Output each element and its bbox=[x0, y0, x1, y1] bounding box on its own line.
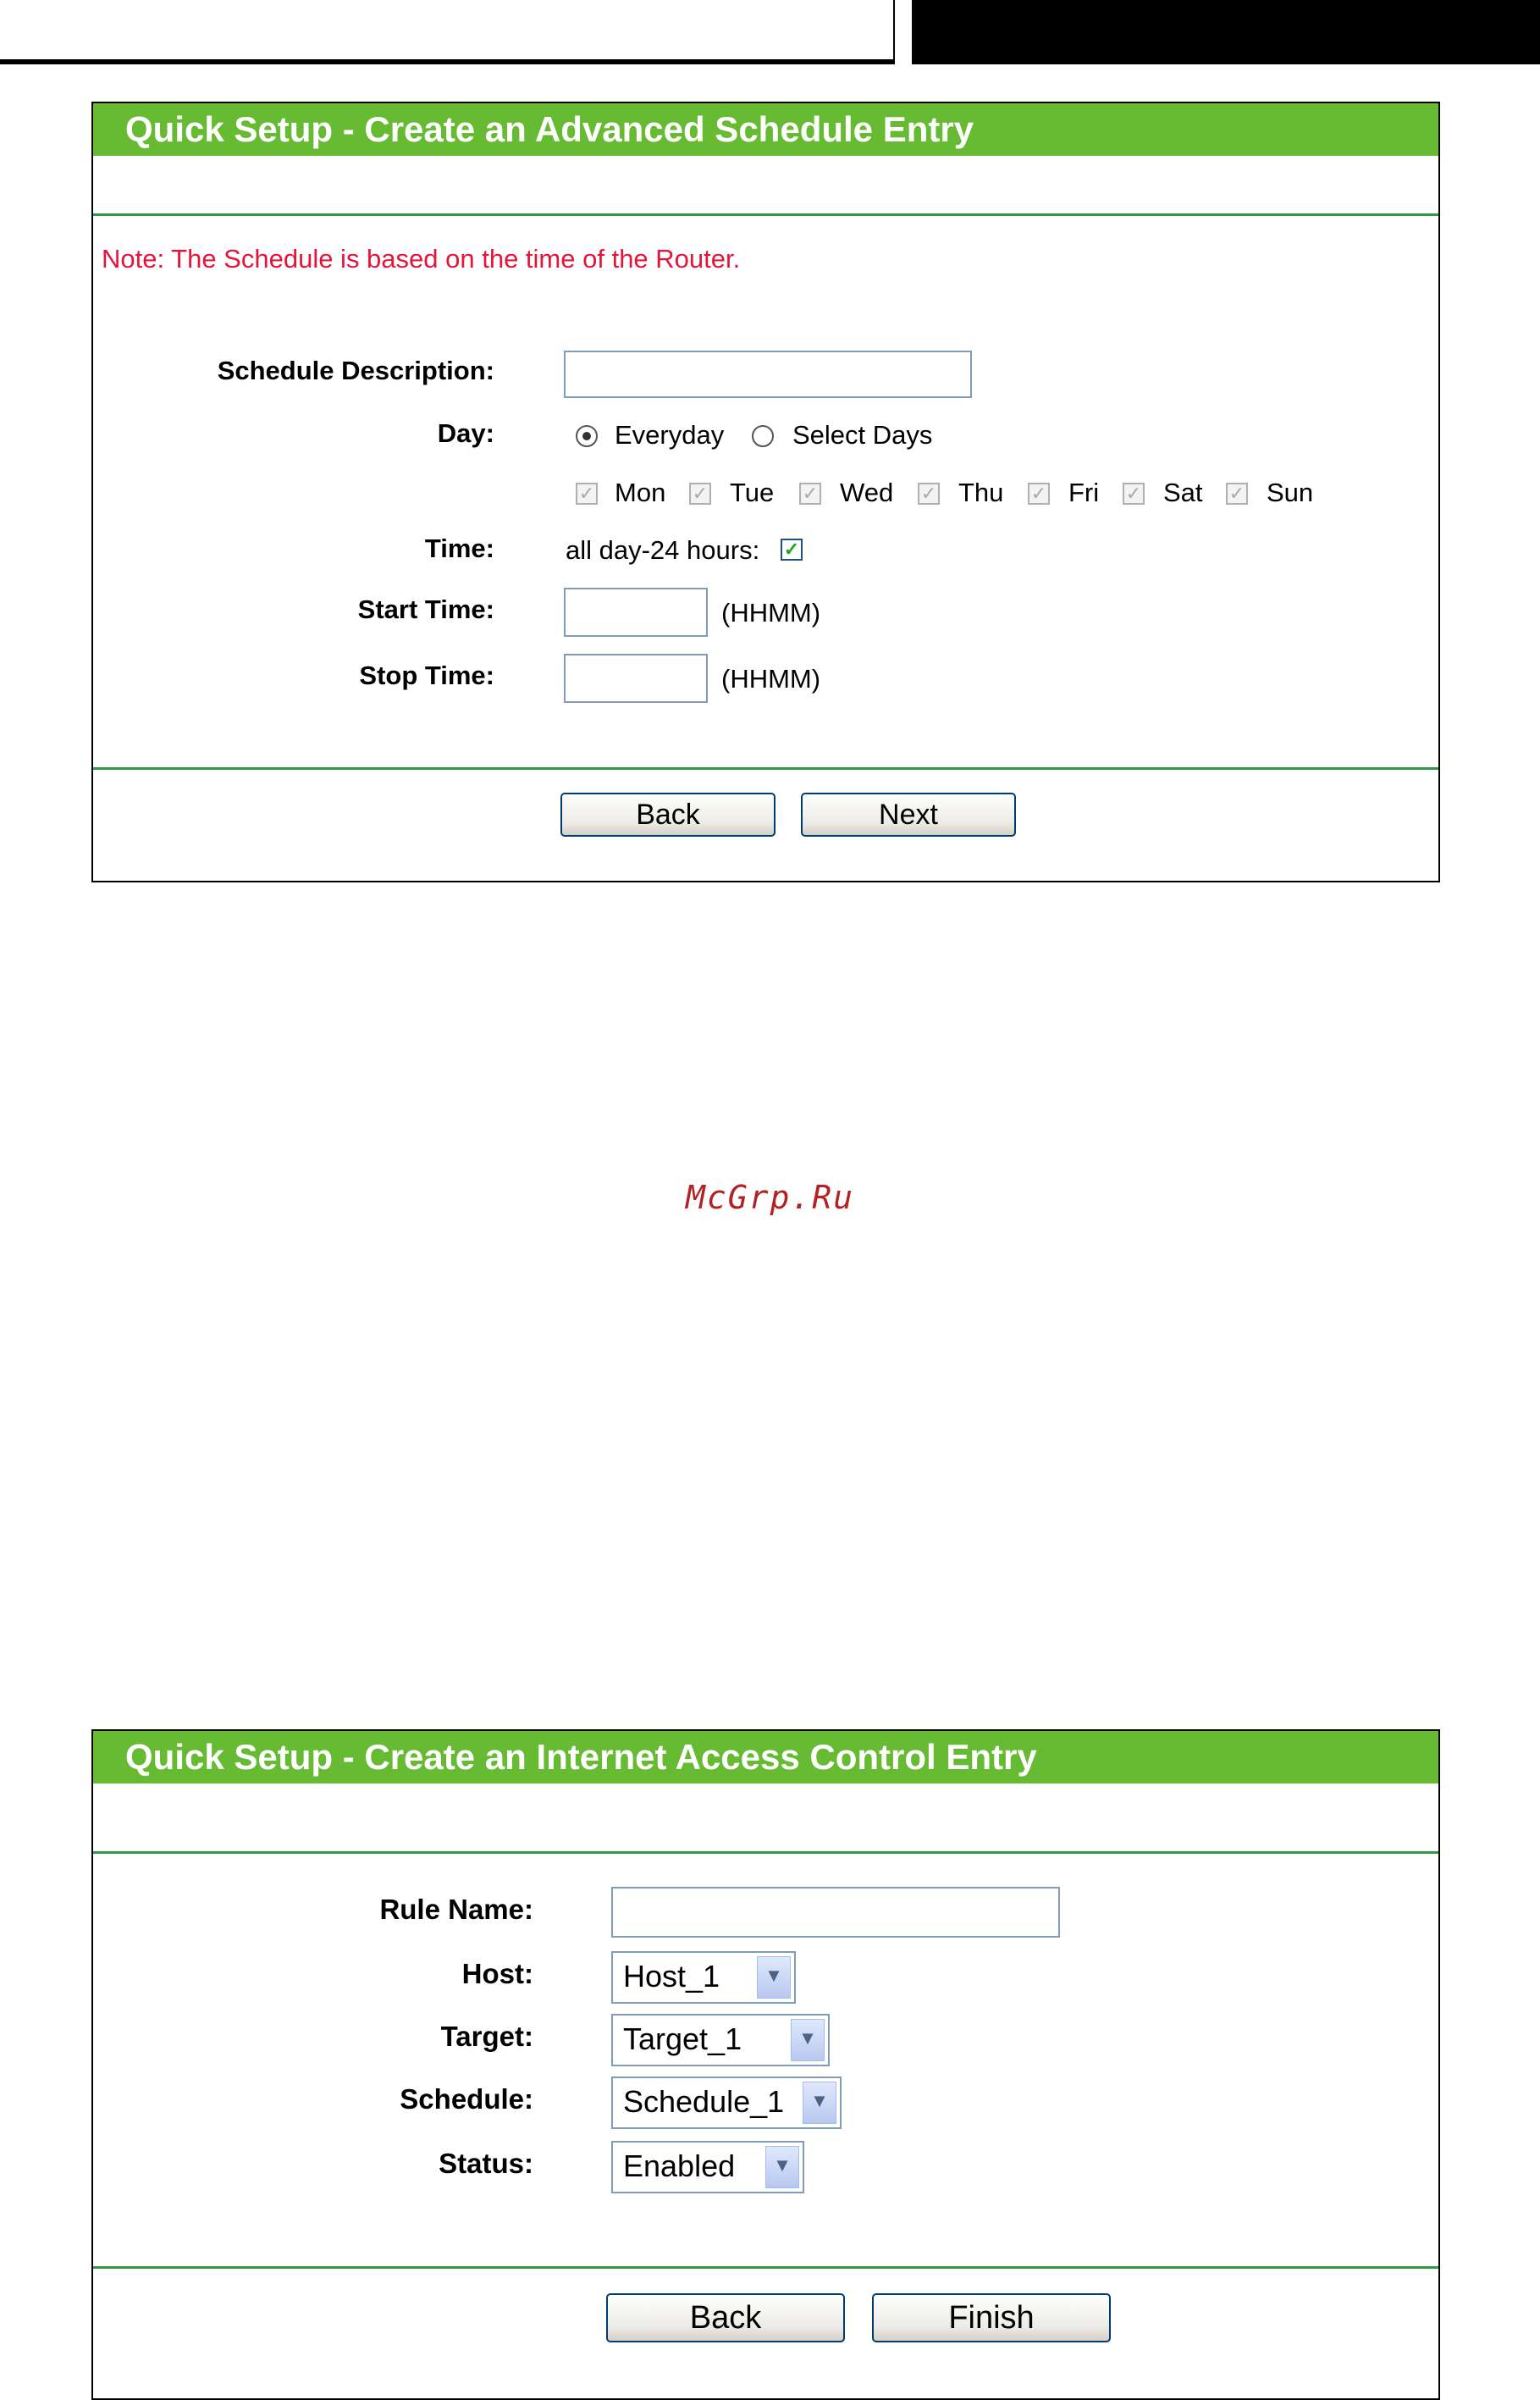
schedule-description-label: Schedule Description: bbox=[217, 356, 494, 385]
select-days-label: Select Days bbox=[792, 420, 933, 450]
chevron-down-icon: ▼ bbox=[757, 1956, 791, 1999]
target-label: Target: bbox=[440, 2021, 533, 2052]
day-checkbox-sun[interactable]: ✓ bbox=[1226, 483, 1248, 505]
schedule-description-input[interactable] bbox=[564, 351, 972, 398]
day-label-sat: Sat bbox=[1163, 478, 1203, 507]
header-black-bar bbox=[912, 0, 1540, 64]
access-control-panel: Quick Setup - Create an Internet Access … bbox=[91, 1729, 1440, 2400]
start-time-label: Start Time: bbox=[357, 594, 494, 624]
day-checkbox-tue[interactable]: ✓ bbox=[689, 483, 711, 505]
everyday-radio[interactable] bbox=[576, 425, 598, 447]
chevron-down-icon: ▼ bbox=[765, 2146, 799, 2188]
target-select[interactable]: Target_1 ▼ bbox=[611, 2014, 830, 2066]
back-button[interactable]: Back bbox=[560, 793, 776, 837]
day-label-thu: Thu bbox=[958, 478, 1004, 507]
stop-time-hint: (HHMM) bbox=[721, 664, 821, 694]
all-day-label: all day-24 hours: bbox=[566, 535, 760, 565]
watermark-text: McGrp.Ru bbox=[685, 1179, 855, 1216]
all-day-checkbox[interactable]: ✓ bbox=[781, 539, 803, 561]
schedule-select[interactable]: Schedule_1 ▼ bbox=[611, 2076, 842, 2129]
schedule-note: Note: The Schedule is based on the time … bbox=[102, 244, 741, 274]
host-select-value: Host_1 bbox=[623, 1959, 720, 1994]
finish-button[interactable]: Finish bbox=[872, 2293, 1111, 2342]
target-select-value: Target_1 bbox=[623, 2021, 742, 2056]
time-label: Time: bbox=[424, 534, 494, 563]
back-button[interactable]: Back bbox=[606, 2293, 845, 2342]
access-panel-title: Quick Setup - Create an Internet Access … bbox=[93, 1731, 1438, 1783]
host-select[interactable]: Host_1 ▼ bbox=[611, 1951, 796, 2004]
rule-name-label: Rule Name: bbox=[379, 1894, 533, 1925]
day-checkbox-thu[interactable]: ✓ bbox=[918, 483, 940, 505]
schedule-panel-title: Quick Setup - Create an Advanced Schedul… bbox=[93, 103, 1438, 156]
day-checkbox-fri[interactable]: ✓ bbox=[1028, 483, 1050, 505]
divider bbox=[93, 213, 1438, 216]
day-label-mon: Mon bbox=[615, 478, 666, 507]
stop-time-input[interactable] bbox=[564, 654, 708, 703]
start-time-hint: (HHMM) bbox=[721, 598, 821, 628]
header-rule bbox=[0, 59, 893, 64]
day-label-fri: Fri bbox=[1068, 478, 1100, 507]
chevron-down-icon: ▼ bbox=[803, 2082, 836, 2124]
start-time-input[interactable] bbox=[564, 588, 708, 637]
divider bbox=[93, 1851, 1438, 1854]
host-label: Host: bbox=[461, 1958, 533, 1989]
status-label: Status: bbox=[439, 2148, 533, 2179]
divider bbox=[93, 2266, 1438, 2269]
stop-time-label: Stop Time: bbox=[359, 661, 494, 690]
day-label-sun: Sun bbox=[1267, 478, 1314, 507]
everyday-label: Everyday bbox=[615, 420, 725, 450]
day-label-tue: Tue bbox=[730, 478, 775, 507]
day-label: Day: bbox=[437, 418, 494, 448]
schedule-panel: Quick Setup - Create an Advanced Schedul… bbox=[91, 102, 1440, 882]
day-checkbox-sat[interactable]: ✓ bbox=[1123, 483, 1145, 505]
chevron-down-icon: ▼ bbox=[791, 2019, 825, 2061]
header-divider bbox=[893, 0, 912, 64]
next-button[interactable]: Next bbox=[801, 793, 1016, 837]
status-select[interactable]: Enabled ▼ bbox=[611, 2141, 804, 2193]
day-label-wed: Wed bbox=[840, 478, 894, 507]
schedule-label: Schedule: bbox=[400, 2083, 533, 2115]
schedule-select-value: Schedule_1 bbox=[623, 2084, 785, 2119]
divider bbox=[93, 767, 1438, 770]
day-checkbox-mon[interactable]: ✓ bbox=[576, 483, 598, 505]
status-select-value: Enabled bbox=[623, 2148, 736, 2183]
select-days-radio[interactable] bbox=[752, 425, 774, 447]
rule-name-input[interactable] bbox=[611, 1887, 1060, 1938]
day-checkbox-wed[interactable]: ✓ bbox=[799, 483, 821, 505]
